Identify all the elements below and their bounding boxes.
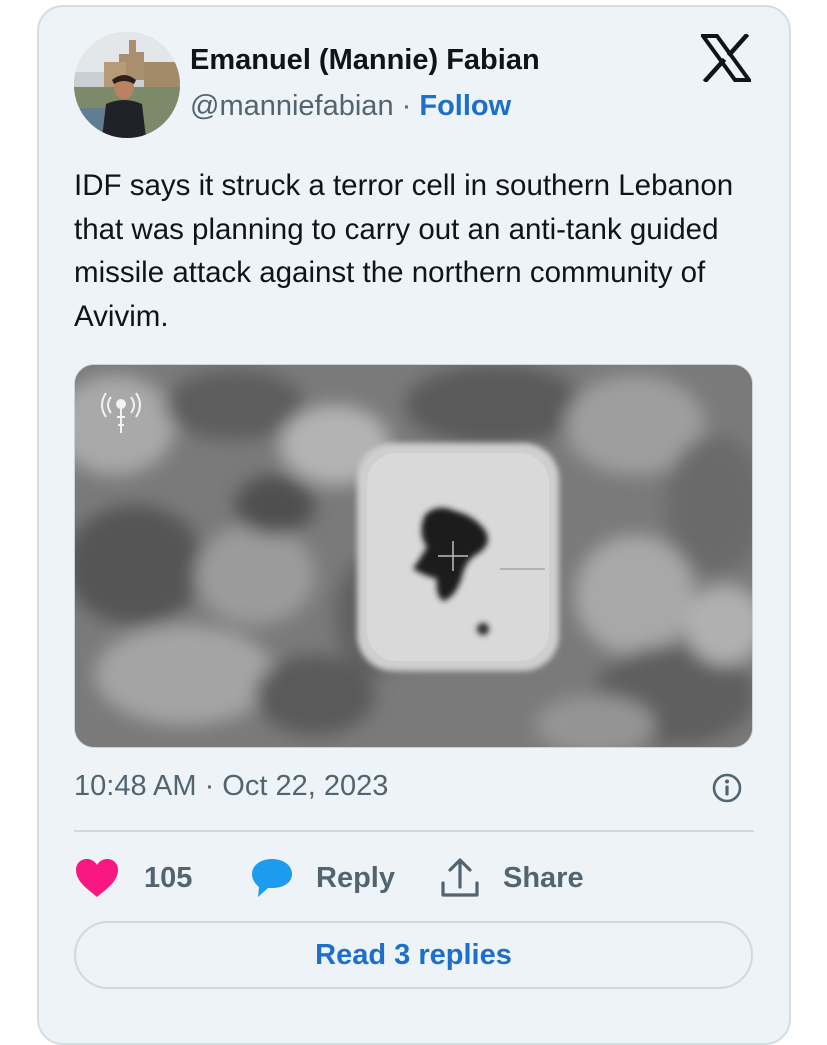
share-button[interactable]: Share [440,856,584,900]
reply-bubble-icon [252,859,292,897]
reply-label: Reply [316,861,395,894]
author-handle[interactable]: @manniefabian [190,90,394,122]
tweet-text: IDF says it struck a terror cell in sout… [74,169,734,333]
divider [74,830,754,832]
avatar[interactable] [74,32,180,138]
handle-separator: · [401,90,412,122]
like-count: 105 [144,861,193,894]
reply-button[interactable]: Reply [250,856,395,900]
tweet-timestamp[interactable]: 10:48 AM · Oct 22, 2023 [74,770,388,803]
author-handle-line: @manniefabian · Follow [190,90,511,123]
read-replies-button[interactable]: Read 3 replies [74,921,753,989]
x-logo-icon[interactable] [699,32,753,84]
like-button[interactable]: 105 [74,856,192,900]
share-icon [441,858,479,897]
action-row: 105 Reply Share [74,856,754,900]
follow-link[interactable]: Follow [419,90,511,122]
share-label: Share [503,861,584,894]
info-icon[interactable] [711,772,743,804]
heart-icon [76,859,118,897]
author-display-name[interactable]: Emanuel (Mannie) Fabian [190,44,540,77]
tweet-media-image[interactable] [74,364,753,748]
